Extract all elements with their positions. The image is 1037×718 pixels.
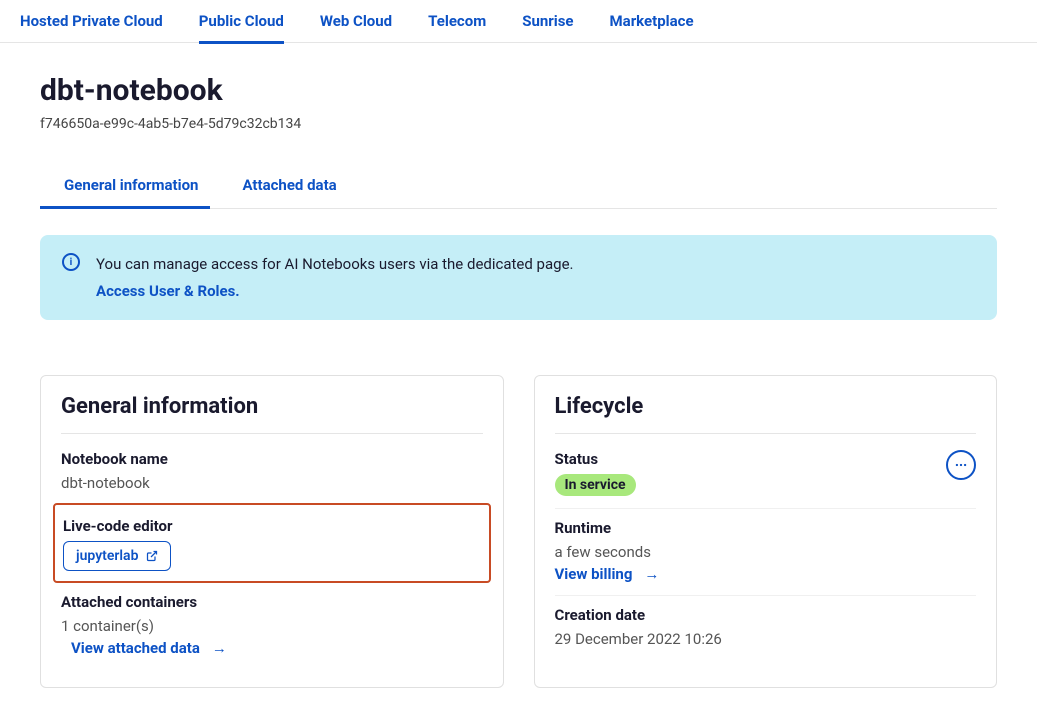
view-attached-data-link[interactable]: View attached data → (71, 639, 227, 657)
page-title: dbt-notebook (40, 73, 997, 108)
jupyterlab-button-label: jupyterlab (76, 548, 138, 564)
info-icon: i (62, 253, 80, 271)
creation-date-label: Creation date (555, 606, 977, 624)
info-banner: i You can manage access for AI Notebooks… (40, 235, 997, 320)
status-badge: In service (555, 474, 636, 496)
top-nav-sunrise[interactable]: Sunrise (522, 12, 573, 30)
top-nav-public-cloud[interactable]: Public Cloud (199, 12, 284, 30)
general-info-card: General information Notebook name dbt-no… (40, 375, 504, 688)
external-link-icon (146, 550, 158, 562)
top-nav-telecom[interactable]: Telecom (428, 12, 486, 30)
page-id: f746650a-e99c-4ab5-b7e4-5d79c32cb134 (40, 116, 997, 132)
lifecycle-card-title: Lifecycle (555, 394, 977, 434)
creation-date-section: Creation date 29 December 2022 10:26 (555, 606, 977, 660)
top-nav-hosted-private-cloud[interactable]: Hosted Private Cloud (20, 12, 163, 30)
runtime-value: a few seconds (555, 543, 977, 561)
top-nav: Hosted Private Cloud Public Cloud Web Cl… (0, 0, 1037, 43)
status-label: Status (555, 450, 636, 468)
status-section: Status In service (555, 450, 977, 509)
arrow-right-icon: → (644, 565, 659, 583)
tab-attached-data[interactable]: Attached data (242, 176, 336, 208)
notebook-name-section: Notebook name dbt-notebook (61, 450, 483, 505)
tabs: General information Attached data (40, 176, 997, 209)
live-code-editor-highlight: Live-code editor jupyterlab (53, 503, 491, 583)
access-user-roles-link[interactable]: Access User & Roles. (96, 280, 573, 303)
jupyterlab-button[interactable]: jupyterlab (63, 541, 171, 571)
general-info-card-title: General information (61, 394, 483, 434)
attached-containers-section: Attached containers 1 container(s) View … (61, 593, 483, 669)
notebook-name-label: Notebook name (61, 450, 483, 468)
banner-message: You can manage access for AI Notebooks u… (96, 255, 573, 273)
creation-date-value: 29 December 2022 10:26 (555, 630, 977, 648)
runtime-label: Runtime (555, 519, 977, 537)
more-actions-button[interactable] (946, 450, 976, 480)
more-horizontal-icon (954, 458, 968, 472)
top-nav-marketplace[interactable]: Marketplace (610, 12, 694, 30)
view-billing-label: View billing (555, 565, 633, 583)
notebook-name-value: dbt-notebook (61, 474, 483, 492)
tab-general-information[interactable]: General information (64, 176, 198, 208)
view-billing-link[interactable]: View billing → (555, 565, 660, 583)
view-attached-data-label: View attached data (71, 639, 200, 657)
attached-containers-label: Attached containers (61, 593, 483, 611)
runtime-section: Runtime a few seconds View billing → (555, 519, 977, 596)
arrow-right-icon: → (212, 639, 227, 657)
live-code-editor-label: Live-code editor (63, 517, 481, 535)
top-nav-web-cloud[interactable]: Web Cloud (320, 12, 392, 30)
attached-containers-value: 1 container(s) (61, 617, 483, 635)
banner-text: You can manage access for AI Notebooks u… (96, 253, 573, 302)
lifecycle-card: Lifecycle Status In service Runtime (534, 375, 998, 688)
